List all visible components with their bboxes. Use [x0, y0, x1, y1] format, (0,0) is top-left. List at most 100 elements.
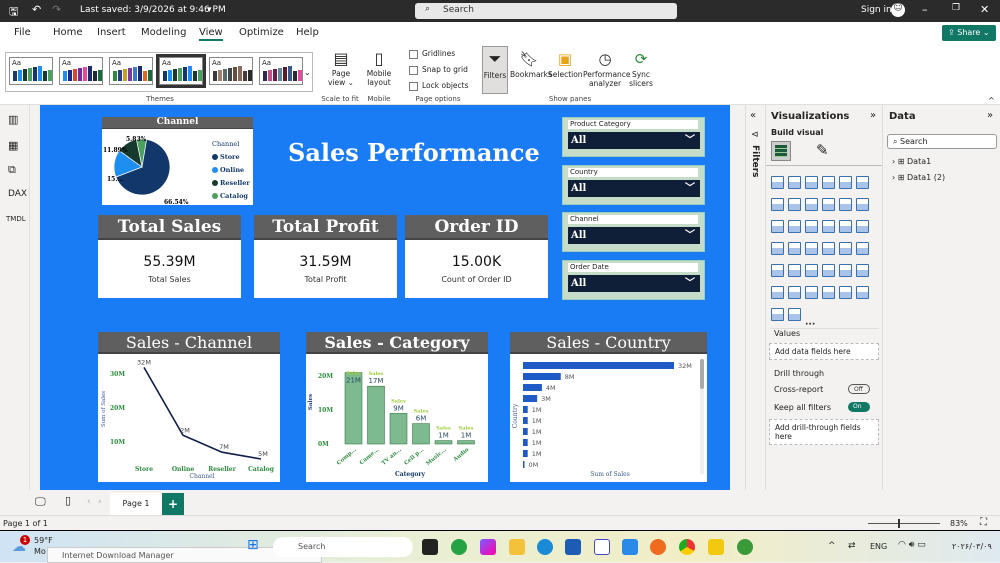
visual-type-icon[interactable] [856, 220, 869, 233]
report-view-icon[interactable]: ▥ [8, 113, 18, 126]
visual-type-icon[interactable] [771, 242, 784, 255]
visual-type-icon[interactable] [839, 286, 852, 299]
theme-option[interactable]: Aa [259, 57, 303, 85]
search-input[interactable]: ⌕ Search [415, 3, 677, 19]
order-id-card[interactable]: Order ID 15.00K Count of Order ID [405, 215, 548, 298]
mobile-layout-icon[interactable]: ▯ [65, 494, 71, 507]
last-saved[interactable]: Last saved: 3/9/2026 at 9:46 PM [80, 5, 226, 15]
table-view-icon[interactable]: ▦ [8, 139, 18, 152]
app-icon[interactable] [594, 539, 610, 555]
slicer-dropdown[interactable]: All ﹀ [568, 132, 700, 149]
visual-type-icon[interactable] [805, 286, 818, 299]
visual-type-icon[interactable] [771, 286, 784, 299]
visual-type-icon[interactable] [822, 220, 835, 233]
page-tab[interactable]: Page 1 [110, 493, 162, 515]
visual-type-icon[interactable] [839, 264, 852, 277]
build-visual-tab[interactable] [771, 141, 791, 161]
zoom-slider[interactable] [868, 523, 940, 524]
dax-query-icon[interactable]: DAX [8, 189, 27, 199]
visual-type-icon[interactable] [805, 176, 818, 189]
visual-type-icon[interactable] [771, 264, 784, 277]
theme-option[interactable]: Aa [109, 57, 153, 85]
theme-option[interactable]: Aa [156, 54, 206, 88]
tray-chevron-icon[interactable]: ^ [828, 541, 836, 551]
filters-pane-collapsed[interactable]: « ⊲ Filters [745, 105, 765, 490]
visual-type-icon[interactable] [788, 264, 801, 277]
format-visual-icon[interactable]: ✎ [816, 141, 829, 159]
channel-pie-visual[interactable]: Channel 5.83% 11.89% 15.... 66.54% Channel St… [102, 117, 253, 206]
zoom-slider-thumb[interactable] [898, 519, 900, 528]
visual-type-icon[interactable] [856, 198, 869, 211]
page-view-button[interactable]: ▤ Page view ⌄ [326, 49, 356, 87]
file-explorer-icon[interactable] [509, 539, 525, 555]
visual-type-icon[interactable] [788, 286, 801, 299]
performance-analyzer-button[interactable]: ◷ Performance analyzer [583, 49, 631, 88]
snap-to-grid-checkbox[interactable]: Snap to grid [409, 65, 468, 75]
prev-page-icon[interactable]: ‹ [87, 497, 91, 507]
app-icon[interactable] [422, 539, 438, 555]
tray-icon[interactable]: ⇄ [848, 541, 856, 551]
close-icon[interactable]: ✕ [980, 3, 989, 16]
sign-in-button[interactable]: Sign in [861, 5, 892, 15]
slicer-dropdown[interactable]: All ﹀ [568, 227, 700, 244]
app-icon[interactable] [622, 539, 638, 555]
desktop-layout-icon[interactable]: 🖵︎ [35, 495, 46, 509]
visual-type-icon[interactable] [839, 220, 852, 233]
visual-type-icon[interactable] [856, 286, 869, 299]
lock-objects-checkbox[interactable]: Lock objects [409, 81, 469, 91]
visual-type-icon[interactable] [822, 264, 835, 277]
total-profit-card[interactable]: Total Profit 31.59M Total Profit [254, 215, 397, 298]
tab-home[interactable]: Home [53, 27, 83, 38]
minimize-icon[interactable]: – [922, 3, 928, 16]
visual-type-icon[interactable] [805, 264, 818, 277]
themes-expand-icon[interactable]: ⌄ [304, 68, 311, 77]
filters-pane-button[interactable]: ⏷ Filters [482, 46, 508, 94]
copilot-icon[interactable] [480, 539, 496, 555]
share-button[interactable]: ⇪ Share ⌄ [942, 25, 996, 41]
visual-type-icon[interactable] [788, 242, 801, 255]
avatar-icon[interactable]: ☺ [891, 3, 905, 17]
bookmarks-pane-button[interactable]: 🔖︎ Bookmarks [510, 49, 552, 79]
wifi-icon[interactable]: ◠ 🔊︎ ▭ [898, 540, 926, 550]
next-page-icon[interactable]: › [98, 497, 102, 507]
expand-icon[interactable]: « [750, 110, 756, 121]
add-data-fields-well[interactable]: Add data fields here [769, 343, 879, 360]
undo-icon[interactable]: ↶ [32, 3, 41, 16]
power-bi-icon[interactable] [708, 539, 724, 555]
visual-type-icon[interactable] [805, 242, 818, 255]
sales-category-visual[interactable]: Sales - Category 0M 10M 20M Sales Sales 21M Com… [306, 332, 488, 482]
slicer-dropdown[interactable]: All ﹀ [568, 180, 700, 197]
gridlines-checkbox[interactable]: Gridlines [409, 49, 455, 59]
cross-report-toggle[interactable]: Off [848, 384, 870, 394]
tab-file[interactable]: File [14, 27, 31, 38]
sales-country-visual[interactable]: Sales - Country 32M 8M 4M 3M 1M 1M 1M 1M 1M 0M Coun… [510, 332, 707, 482]
visual-type-icon[interactable] [839, 198, 852, 211]
visual-type-icon[interactable] [788, 220, 801, 233]
visual-type-icon[interactable] [805, 220, 818, 233]
visual-type-icon[interactable] [822, 286, 835, 299]
clock[interactable]: ۲۰۲۶/۰۳/۰۹ [952, 542, 992, 551]
model-view-icon[interactable]: ⧉ [8, 163, 16, 177]
fit-page-icon[interactable]: ⛶ [980, 517, 987, 528]
tab-optimize[interactable]: Optimize [239, 27, 284, 38]
tab-insert[interactable]: Insert [97, 27, 126, 38]
theme-option[interactable]: Aa [59, 57, 103, 85]
edge-icon[interactable] [537, 539, 553, 555]
idm-icon[interactable] [737, 539, 753, 555]
selection-pane-button[interactable]: ▣ Selection [548, 49, 583, 79]
visual-type-icon[interactable] [839, 176, 852, 189]
visual-type-icon[interactable] [822, 198, 835, 211]
chrome-icon[interactable] [679, 539, 695, 555]
restore-icon[interactable]: ❐ [952, 3, 960, 13]
visual-type-icon[interactable] [839, 242, 852, 255]
visual-type-icon[interactable] [788, 198, 801, 211]
more-visuals-icon[interactable]: ··· [805, 320, 815, 330]
visual-type-icon[interactable] [856, 264, 869, 277]
visual-type-icon[interactable] [822, 176, 835, 189]
store-icon[interactable] [565, 539, 581, 555]
chevron-down-icon[interactable]: ▾ [207, 5, 212, 15]
visual-type-icon[interactable] [788, 308, 801, 321]
firefox-icon[interactable] [650, 539, 666, 555]
total-sales-card[interactable]: Total Sales 55.39M Total Sales [98, 215, 241, 298]
table-item[interactable]: › ⊞ Data1 (2) [892, 173, 945, 182]
